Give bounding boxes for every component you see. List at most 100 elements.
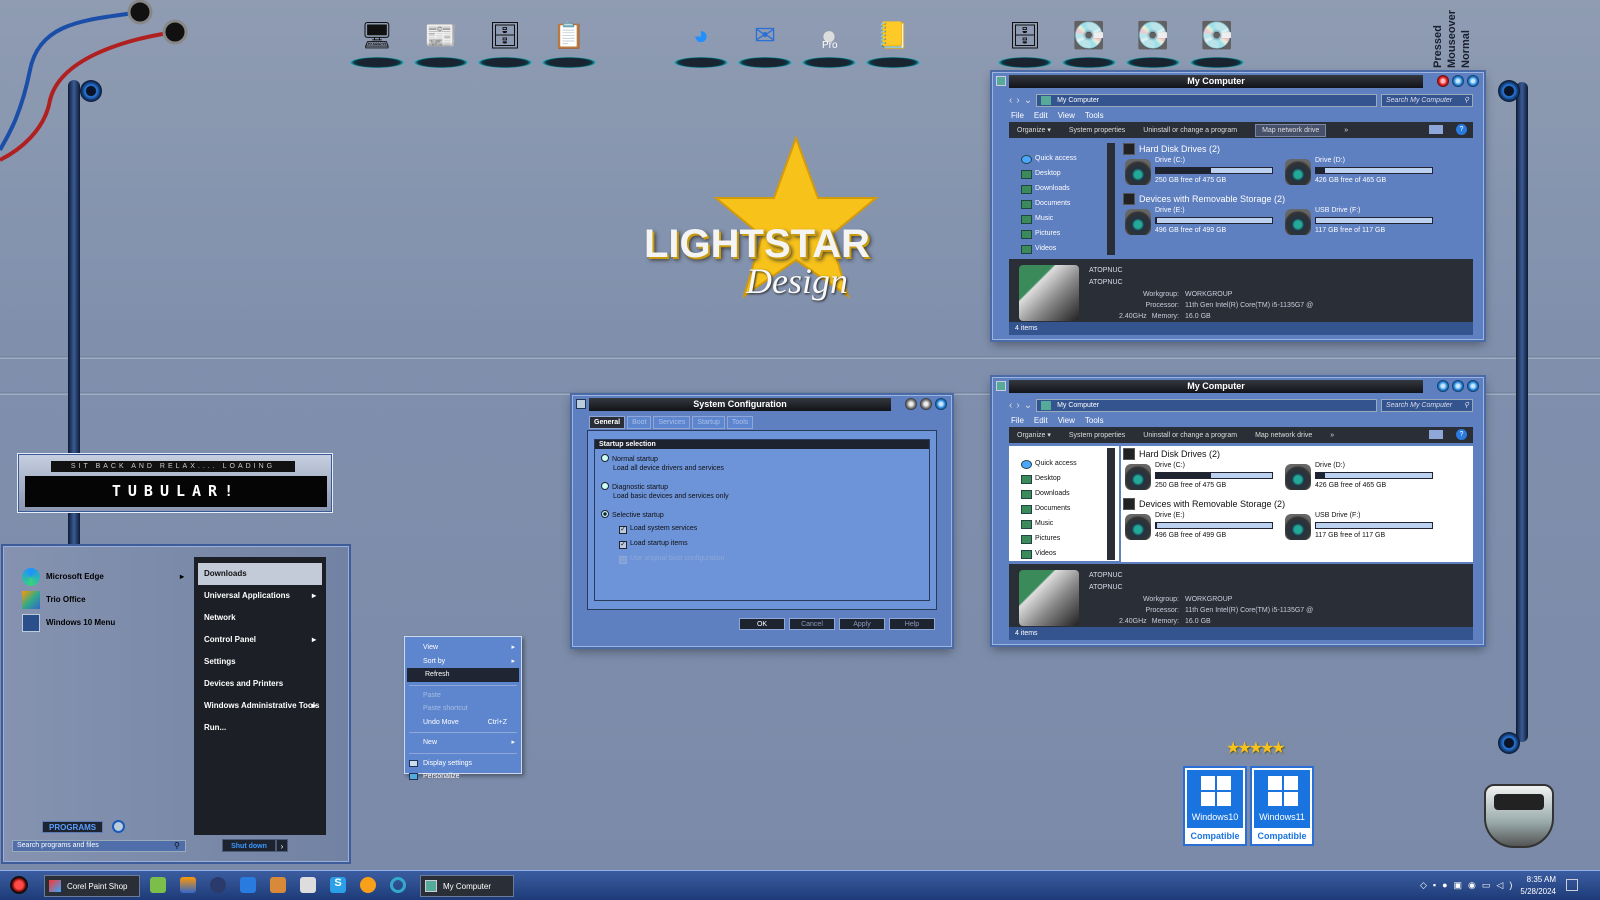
section-hard-disk-drives[interactable]: Hard Disk Drives (2) bbox=[1121, 446, 1473, 461]
places-item-universal-applications[interactable]: Universal Applications ▸ bbox=[198, 585, 322, 607]
forward-icon[interactable]: › bbox=[1016, 400, 1019, 411]
close-button[interactable] bbox=[1467, 75, 1479, 87]
back-icon[interactable]: ‹ bbox=[1009, 400, 1012, 411]
skype-icon[interactable]: S bbox=[330, 877, 346, 893]
pinned-item-edge[interactable]: Microsoft Edge ▸ bbox=[18, 565, 188, 588]
places-item-run[interactable]: Run... bbox=[198, 717, 322, 739]
drive-f[interactable]: USB Drive (F:) 117 GB free of 117 GB bbox=[1285, 205, 1435, 239]
section-hard-disk-drives[interactable]: Hard Disk Drives (2) bbox=[1121, 141, 1473, 156]
document-icon[interactable]: 📰 bbox=[412, 10, 470, 68]
nav-pictures[interactable]: Pictures bbox=[1015, 226, 1119, 241]
drive-f[interactable]: USB Drive (F:) 117 GB free of 117 GB bbox=[1285, 510, 1435, 544]
nav-desktop[interactable]: Desktop bbox=[1015, 166, 1119, 181]
minimize-button[interactable] bbox=[1437, 380, 1449, 392]
media-icon[interactable] bbox=[270, 877, 286, 893]
nav-scrollbar[interactable] bbox=[1107, 448, 1115, 560]
maximize-button[interactable] bbox=[1452, 380, 1464, 392]
help-button[interactable]: Help bbox=[889, 618, 935, 630]
apply-button[interactable]: Apply bbox=[839, 618, 885, 630]
menu-file[interactable]: File bbox=[1011, 416, 1024, 425]
tab-tools[interactable]: Tools bbox=[726, 416, 754, 429]
forward-icon[interactable]: › bbox=[1016, 95, 1019, 106]
pinned-item-trio-office[interactable]: Trio Office bbox=[18, 588, 188, 611]
ctx-undo-move[interactable]: Undo Move Ctrl+Z bbox=[405, 716, 521, 730]
more-commands-button[interactable]: » bbox=[1330, 432, 1334, 439]
organize-button[interactable]: Organize ▾ bbox=[1017, 431, 1051, 439]
drive-icon[interactable]: 💽 bbox=[1060, 10, 1118, 68]
server-icon[interactable]: 🗄 bbox=[476, 10, 534, 68]
chevron-down-icon[interactable]: ⌄ bbox=[1024, 400, 1032, 411]
pinned-item-windows-10-menu[interactable]: Windows 10 Menu bbox=[18, 611, 188, 634]
search-input[interactable]: Search My Computer ⚲ bbox=[1381, 398, 1473, 412]
nav-pictures[interactable]: Pictures bbox=[1015, 531, 1119, 546]
maximize-button[interactable] bbox=[920, 398, 932, 410]
close-button[interactable] bbox=[1467, 380, 1479, 392]
arrow-right-icon[interactable] bbox=[112, 820, 125, 833]
drive-d[interactable]: Drive (D:) 426 GB free of 465 GB bbox=[1285, 460, 1435, 494]
nav-videos[interactable]: Videos bbox=[1015, 546, 1119, 561]
menu-file[interactable]: File bbox=[1011, 111, 1024, 120]
minimize-button[interactable] bbox=[1437, 75, 1449, 87]
ctx-new[interactable]: New ▸ bbox=[405, 736, 521, 750]
help-icon[interactable]: ? bbox=[1456, 124, 1467, 135]
tab-general[interactable]: General bbox=[589, 416, 626, 429]
thunderbird-icon[interactable]: ✉ bbox=[736, 10, 794, 68]
drive-e[interactable]: Drive (E:) 496 GB free of 499 GB bbox=[1125, 205, 1275, 239]
system-properties-button[interactable]: System properties bbox=[1069, 432, 1125, 439]
places-item-devices-and-printers[interactable]: Devices and Printers bbox=[198, 673, 322, 695]
shutdown-options-chevron-icon[interactable]: › bbox=[276, 839, 288, 852]
address-bar[interactable]: My Computer bbox=[1036, 398, 1377, 412]
drive-d[interactable]: Drive (D:) 426 GB free of 465 GB bbox=[1285, 155, 1435, 189]
ctx-display-settings[interactable]: Display settings bbox=[405, 757, 521, 771]
nav-music[interactable]: Music bbox=[1015, 516, 1119, 531]
places-item-control-panel[interactable]: Control Panel ▸ bbox=[198, 629, 322, 651]
tab-boot[interactable]: Boot bbox=[627, 416, 652, 429]
system-properties-button[interactable]: System properties bbox=[1069, 127, 1125, 134]
computer-icon[interactable]: 🖥 bbox=[348, 10, 406, 68]
edge-icon[interactable]: ◕ bbox=[672, 10, 730, 68]
load-system-services-checkbox[interactable]: ✓ Load system services bbox=[619, 525, 697, 534]
diagnostic-startup-radio[interactable]: Diagnostic startup bbox=[601, 482, 668, 491]
google-earth-pro-icon[interactable]: ● Pro bbox=[800, 10, 858, 68]
view-options-icon[interactable] bbox=[1429, 125, 1443, 134]
ctx-view[interactable]: View ▸ bbox=[405, 641, 521, 655]
load-startup-items-checkbox[interactable]: ✓ Load startup items bbox=[619, 540, 688, 549]
search-input[interactable]: Search My Computer ⚲ bbox=[1381, 93, 1473, 107]
drive-icon[interactable]: 💽 bbox=[1188, 10, 1246, 68]
nav-music[interactable]: Music bbox=[1015, 211, 1119, 226]
cortana-icon[interactable] bbox=[390, 877, 406, 893]
start-search-input[interactable]: Search programs and files bbox=[12, 840, 186, 852]
start-button[interactable] bbox=[10, 876, 28, 894]
places-item-settings[interactable]: Settings bbox=[198, 651, 322, 673]
section-removable-storage[interactable]: Devices with Removable Storage (2) bbox=[1121, 191, 1285, 206]
nav-desktop[interactable]: Desktop bbox=[1015, 471, 1119, 486]
back-icon[interactable]: ‹ bbox=[1009, 95, 1012, 106]
section-removable-storage[interactable]: Devices with Removable Storage (2) bbox=[1121, 496, 1285, 511]
shutdown-button[interactable]: Shut down bbox=[222, 839, 276, 852]
view-options-icon[interactable] bbox=[1429, 430, 1443, 439]
places-item-admin-tools[interactable]: Windows Administrative Tools ▸ bbox=[198, 695, 322, 717]
menu-tools[interactable]: Tools bbox=[1085, 416, 1104, 425]
uninstall-program-button[interactable]: Uninstall or change a program bbox=[1143, 432, 1237, 439]
map-network-drive-button[interactable]: Map network drive bbox=[1255, 123, 1327, 137]
nav-videos[interactable]: Videos bbox=[1015, 241, 1119, 256]
menu-edit[interactable]: Edit bbox=[1034, 416, 1048, 425]
nav-downloads[interactable]: Downloads bbox=[1015, 181, 1119, 196]
maximize-button[interactable] bbox=[1452, 75, 1464, 87]
programs-button[interactable]: PROGRAMS bbox=[42, 821, 104, 833]
notification-icon[interactable] bbox=[1566, 879, 1578, 891]
shield-icon[interactable] bbox=[300, 877, 316, 893]
taskbar-app-corel[interactable]: Corel Paint Shop P... bbox=[44, 875, 140, 897]
ctx-refresh[interactable]: Refresh bbox=[407, 668, 519, 682]
cloud-icon[interactable] bbox=[360, 877, 376, 893]
normal-startup-radio[interactable]: Normal startup bbox=[601, 454, 658, 463]
drive-e[interactable]: Drive (E:) 496 GB free of 499 GB bbox=[1125, 510, 1275, 544]
drive-c[interactable]: Drive (C:) 250 GB free of 475 GB bbox=[1125, 460, 1275, 494]
tab-startup[interactable]: Startup bbox=[692, 416, 725, 429]
system-tray-icons[interactable]: ◇▪●▣◉▭◁) bbox=[1420, 880, 1518, 891]
onedrive-icon[interactable] bbox=[150, 877, 166, 893]
tab-services[interactable]: Services bbox=[653, 416, 691, 429]
nav-quick-access[interactable]: Quick access bbox=[1015, 456, 1119, 471]
nav-scrollbar[interactable] bbox=[1107, 143, 1115, 255]
help-icon[interactable]: ? bbox=[1456, 429, 1467, 440]
